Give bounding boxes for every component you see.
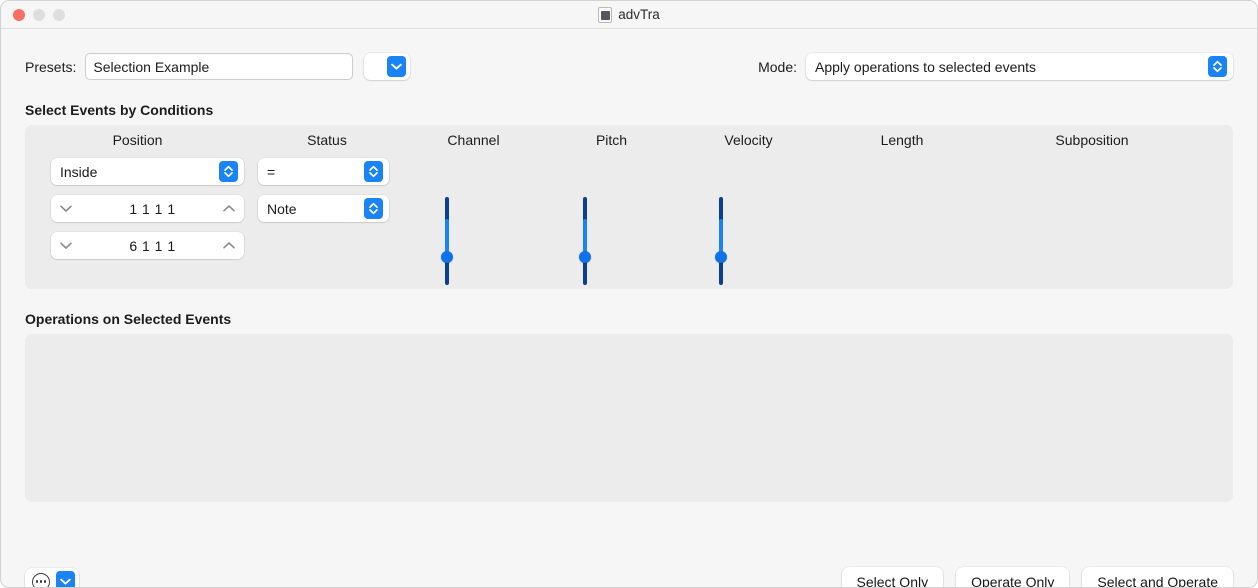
velocity-slider-knob[interactable] bbox=[715, 251, 727, 263]
action-buttons: Select Only Operate Only Select and Oper… bbox=[842, 567, 1234, 588]
position-operator-value: Inside bbox=[60, 164, 211, 180]
column-header-status: Status bbox=[250, 132, 404, 148]
position-operator-select[interactable]: Inside bbox=[51, 158, 244, 185]
chevron-down-icon[interactable] bbox=[59, 241, 73, 250]
presets-input[interactable]: Selection Example bbox=[85, 53, 353, 80]
status-value-select[interactable]: Note bbox=[258, 195, 389, 222]
window-title-group: advTra bbox=[1, 1, 1257, 28]
column-header-length: Length bbox=[817, 132, 987, 148]
operations-panel[interactable] bbox=[25, 334, 1233, 502]
position-from-stepper[interactable]: 1 1 1 1 bbox=[51, 195, 244, 222]
zoom-button[interactable] bbox=[53, 9, 65, 21]
conditions-row-operators: Inside = bbox=[25, 153, 1233, 190]
select-only-button[interactable]: Select Only bbox=[842, 567, 944, 588]
chevron-up-down-icon bbox=[1208, 56, 1227, 77]
column-header-pitch: Pitch bbox=[543, 132, 680, 148]
operate-only-button[interactable]: Operate Only bbox=[956, 567, 1069, 588]
mode-select-value: Apply operations to selected events bbox=[815, 59, 1200, 75]
conditions-row-from: 1 1 1 1 Note bbox=[25, 190, 1233, 227]
chevron-down-icon bbox=[387, 56, 406, 77]
window-content: Presets: Selection Example Mode: Apply o… bbox=[1, 53, 1257, 588]
position-to-value: 6 1 1 1 bbox=[73, 238, 222, 254]
conditions-rows: Inside = bbox=[25, 153, 1233, 264]
document-icon bbox=[598, 7, 612, 23]
position-to-stepper[interactable]: 6 1 1 1 bbox=[51, 232, 244, 259]
status-operator-value: = bbox=[267, 164, 356, 180]
channel-slider[interactable] bbox=[440, 197, 454, 285]
mode-label: Mode: bbox=[758, 59, 797, 75]
position-from-value: 1 1 1 1 bbox=[73, 201, 222, 217]
conditions-row-to: 6 1 1 1 bbox=[25, 227, 1233, 264]
top-controls-row: Presets: Selection Example Mode: Apply o… bbox=[25, 53, 1233, 80]
conditions-section-title: Select Events by Conditions bbox=[25, 102, 1233, 118]
column-header-velocity: Velocity bbox=[680, 132, 817, 148]
close-button[interactable] bbox=[13, 9, 25, 21]
velocity-slider[interactable] bbox=[714, 197, 728, 285]
presets-menu-button[interactable] bbox=[364, 53, 410, 80]
column-header-channel: Channel bbox=[404, 132, 543, 148]
ellipsis-circle-icon[interactable] bbox=[32, 573, 50, 588]
mode-select[interactable]: Apply operations to selected events bbox=[806, 53, 1233, 80]
status-value: Note bbox=[267, 201, 356, 217]
chevron-up-down-icon bbox=[364, 198, 383, 219]
traffic-lights bbox=[13, 9, 65, 21]
minimize-button[interactable] bbox=[33, 9, 45, 21]
select-and-operate-button[interactable]: Select and Operate bbox=[1082, 567, 1233, 588]
conditions-column-headers: Position Status Channel Pitch Velocity L… bbox=[25, 125, 1233, 155]
chevron-up-icon[interactable] bbox=[222, 204, 236, 213]
column-header-position: Position bbox=[25, 132, 250, 148]
conditions-panel: Position Status Channel Pitch Velocity L… bbox=[25, 125, 1233, 289]
more-options-group[interactable] bbox=[25, 568, 79, 588]
window-title: advTra bbox=[618, 7, 660, 22]
chevron-up-icon[interactable] bbox=[222, 241, 236, 250]
presets-input-value: Selection Example bbox=[93, 59, 209, 75]
app-window: advTra Presets: Selection Example Mode: … bbox=[0, 0, 1258, 588]
title-bar: advTra bbox=[1, 1, 1257, 29]
chevron-down-icon[interactable] bbox=[59, 204, 73, 213]
column-header-subposition: Subposition bbox=[987, 132, 1197, 148]
channel-slider-knob[interactable] bbox=[441, 251, 453, 263]
status-operator-select[interactable]: = bbox=[258, 158, 389, 185]
presets-label: Presets: bbox=[25, 59, 76, 75]
pitch-slider-knob[interactable] bbox=[579, 251, 591, 263]
chevron-down-icon[interactable] bbox=[56, 571, 75, 588]
operations-section-title: Operations on Selected Events bbox=[25, 311, 1233, 327]
chevron-up-down-icon bbox=[364, 161, 383, 182]
pitch-slider[interactable] bbox=[578, 197, 592, 285]
footer-bar: Select Only Operate Only Select and Oper… bbox=[25, 567, 1233, 588]
chevron-up-down-icon bbox=[219, 161, 238, 182]
